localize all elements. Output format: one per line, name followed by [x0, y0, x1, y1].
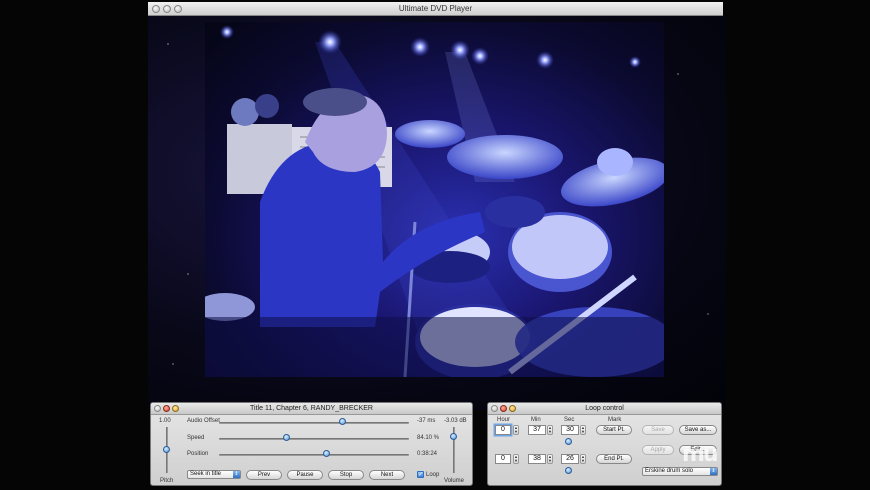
pitch-label: Pitch — [160, 478, 174, 484]
apply-button[interactable]: Apply — [642, 445, 674, 455]
panel-window-controls — [491, 405, 516, 412]
sec-header: Sec — [564, 417, 575, 423]
end-hour-field[interactable]: 0 — [495, 454, 511, 464]
playback-panel: Title 11, Chapter 6, RANDY_BRECKER 1.00 … — [150, 402, 473, 486]
next-button[interactable]: Next — [369, 470, 405, 480]
start-marker-knob[interactable] — [565, 438, 572, 445]
close-icon[interactable] — [154, 405, 161, 412]
start-min-field[interactable]: 37 — [528, 425, 546, 435]
mark-header: Mark — [608, 417, 622, 423]
updown-arrows-icon: ⇕ — [233, 471, 240, 478]
loop-panel-titlebar[interactable]: Loop control — [488, 403, 721, 415]
end-point-button[interactable]: End Pt. — [596, 454, 632, 464]
zoom-icon[interactable] — [509, 405, 516, 412]
loop-preset-value: Erskine drum solo — [645, 468, 694, 474]
pitch-value: 1.00 — [159, 418, 171, 424]
end-min-field[interactable]: 38 — [528, 454, 546, 464]
volume-slider-knob[interactable] — [450, 433, 457, 441]
end-sec-stepper[interactable]: ▲ ▼ — [580, 454, 586, 464]
start-sec-field[interactable]: 30 — [561, 425, 579, 435]
speed-value: 84.10 % — [417, 435, 440, 441]
seek-mode-value: Seek in title — [190, 471, 222, 477]
save-button[interactable]: Save — [642, 425, 674, 435]
updown-arrows-icon: ⇕ — [710, 468, 717, 475]
end-sec-field[interactable]: 26 — [561, 454, 579, 464]
audio-offset-value: -37 ms — [417, 418, 436, 424]
start-min-stepper[interactable]: ▲ ▼ — [547, 425, 553, 435]
pause-button[interactable]: Pause — [287, 470, 323, 480]
stop-button[interactable]: Stop — [328, 470, 364, 480]
zoom-icon[interactable] — [172, 405, 179, 412]
minimize-icon[interactable] — [500, 405, 507, 412]
start-point-button[interactable]: Start Pt. — [596, 425, 632, 435]
minimize-icon[interactable] — [163, 405, 170, 412]
close-icon[interactable] — [152, 5, 160, 13]
volume-label: Volume — [444, 478, 465, 484]
video-frame[interactable] — [205, 22, 664, 377]
volume-value: -3.03 dB — [444, 418, 467, 424]
panel-window-controls — [154, 405, 179, 412]
speed-label: Speed — [187, 435, 205, 441]
seek-mode-select[interactable]: Seek in title ⇕ — [187, 470, 241, 479]
audio-offset-label: Audio Offset — [187, 418, 220, 424]
speed-slider-track[interactable] — [219, 438, 409, 440]
loop-panel-title: Loop control — [585, 405, 624, 412]
start-hour-stepper[interactable]: ▲ ▼ — [513, 425, 519, 435]
minimize-icon[interactable] — [163, 5, 171, 13]
end-hour-stepper[interactable]: ▲ ▼ — [513, 454, 519, 464]
close-icon[interactable] — [491, 405, 498, 412]
pitch-slider-knob[interactable] — [163, 446, 170, 453]
playback-panel-titlebar[interactable]: Title 11, Chapter 6, RANDY_BRECKER — [151, 403, 472, 415]
zoom-icon[interactable] — [174, 5, 182, 13]
audio-offset-slider-knob[interactable] — [338, 418, 346, 425]
window-controls — [152, 5, 182, 13]
position-value: 0:38:24 — [417, 451, 438, 457]
position-label: Position — [187, 451, 209, 457]
window-title: Ultimate DVD Player — [398, 4, 473, 13]
start-sec-stepper[interactable]: ▲ ▼ — [580, 425, 586, 435]
video-image — [205, 25, 664, 377]
watermark-logo: mu — [682, 442, 719, 467]
main-window-titlebar[interactable]: Ultimate DVD Player — [148, 2, 723, 16]
save-as-button[interactable]: Save as... — [679, 425, 717, 435]
loop-checkbox[interactable]: ✓ — [417, 471, 424, 478]
position-slider-track[interactable] — [219, 454, 409, 456]
end-marker-knob[interactable] — [565, 467, 572, 474]
loop-preset-select[interactable]: Erskine drum solo ⇕ — [642, 467, 718, 476]
loop-label: Loop — [426, 472, 440, 478]
min-header: Min — [531, 417, 541, 423]
playback-panel-title: Title 11, Chapter 6, RANDY_BRECKER — [250, 405, 373, 412]
audio-offset-slider-track[interactable] — [219, 422, 409, 424]
hour-header: Hour — [497, 417, 511, 423]
end-min-stepper[interactable]: ▲ ▼ — [547, 454, 553, 464]
prev-button[interactable]: Prev — [246, 470, 282, 480]
start-hour-field[interactable]: 0 — [495, 425, 511, 435]
